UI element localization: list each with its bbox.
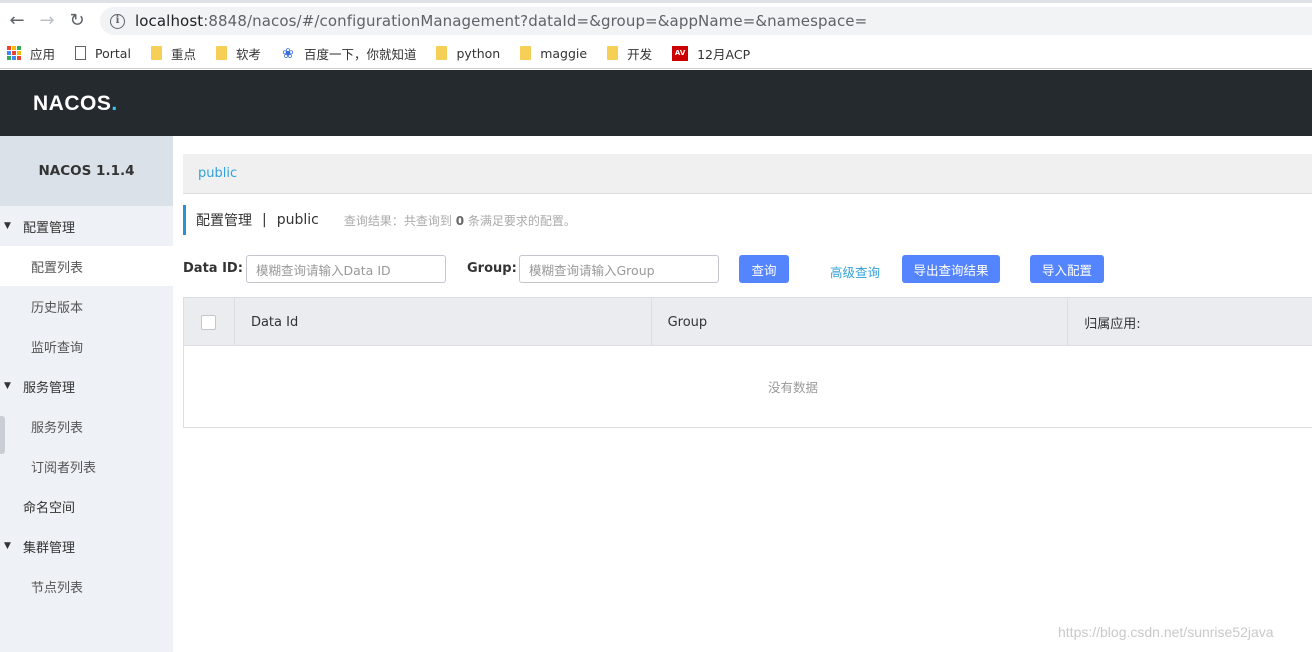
bookmark-maggie[interactable]: maggie	[520, 46, 587, 61]
caret-down-icon: ▼	[4, 381, 11, 391]
page-icon	[75, 46, 87, 60]
bookmark-label: maggie	[540, 45, 588, 61]
bookmark-label: 应用	[30, 46, 56, 62]
page-heading: 配置管理 | public 查询结果：共查询到 0 条满足要求的配置。	[183, 205, 576, 235]
filter-row: Data ID: 模糊查询请输入Data ID Group: 模糊查询请输入Gr…	[183, 255, 1312, 283]
folder-icon	[150, 46, 162, 60]
import-config-button[interactable]: 导入配置	[1030, 255, 1104, 283]
column-header-group[interactable]: Group	[652, 298, 1069, 346]
bookmark-python[interactable]: python	[436, 46, 500, 61]
sidebar-group-label: 服务管理	[23, 380, 76, 396]
caret-down-icon: ▼	[4, 221, 11, 231]
bookmark-label: 百度一下，你就知道	[303, 46, 417, 62]
page-title: 配置管理	[196, 213, 252, 229]
namespace-tab-public[interactable]: public	[198, 166, 237, 181]
sidebar-item-config-list[interactable]: 配置列表	[0, 246, 173, 286]
namespace-bar: public	[183, 154, 1312, 194]
result-prefix: 查询结果：共查询到	[343, 213, 452, 228]
bookmark-label: 开发	[627, 46, 653, 62]
bookmark-label: 重点	[170, 46, 196, 62]
reload-icon[interactable]: ↻	[62, 6, 92, 36]
sidebar-title: NACOS 1.1.4	[0, 136, 173, 206]
sidebar-group-cluster[interactable]: ▼ 集群管理	[0, 526, 173, 566]
column-header-app[interactable]: 归属应用:	[1068, 298, 1312, 346]
empty-state-text: 没有数据	[767, 380, 818, 395]
folder-icon	[215, 46, 227, 60]
sidebar-item-service-list[interactable]: 服务列表	[0, 406, 173, 446]
dataid-input[interactable]: 模糊查询请输入Data ID	[246, 255, 446, 283]
sidebar-item-listen[interactable]: 监听查询	[0, 326, 173, 366]
folder-icon	[436, 46, 448, 60]
info-icon[interactable]: i	[110, 13, 125, 29]
folder-icon	[520, 46, 532, 60]
advanced-search-link[interactable]: 高级查询	[830, 262, 880, 281]
folder-icon	[607, 46, 619, 60]
sidebar-group-label: 集群管理	[23, 540, 76, 556]
browser-toolbar: ← → ↻ i localhost:8848/nacos/#/configura…	[0, 0, 1312, 38]
bookmarks-bar: 应用 Portal 重点 软考 ❀ 百度一下，你就知道 python maggi…	[0, 38, 1312, 69]
select-all-cell	[184, 298, 235, 346]
select-all-checkbox[interactable]	[201, 314, 217, 330]
bookmark-acp[interactable]: AV 12月ACP	[672, 44, 750, 63]
result-suffix: 条满足要求的配置。	[467, 213, 576, 228]
apps-icon	[7, 46, 21, 60]
nacos-logo[interactable]: NACOS.	[33, 92, 118, 116]
url-text: localhost:8848/nacos/#/configurationMana…	[135, 12, 867, 30]
bookmark-label: 12月ACP	[697, 46, 751, 62]
group-label: Group:	[467, 261, 517, 276]
bookmark-apps[interactable]: 应用	[7, 44, 55, 63]
bookmark-zhongdian[interactable]: 重点	[150, 44, 196, 63]
watermark: https://blog.csdn.net/sunrise52java	[1058, 624, 1274, 640]
export-results-button[interactable]: 导出查询结果	[902, 255, 1000, 283]
back-arrow-icon[interactable]: ←	[2, 6, 32, 36]
bookmark-label: 软考	[235, 46, 261, 62]
sidebar-group-config[interactable]: ▼ 配置管理	[0, 206, 173, 246]
result-count: 0	[455, 213, 465, 228]
bookmark-ruankao[interactable]: 软考	[215, 44, 261, 63]
group-input[interactable]: 模糊查询请输入Group	[519, 255, 719, 283]
bookmark-portal[interactable]: Portal	[75, 46, 131, 61]
url-path: :8848/nacos/#/configurationManagement?da…	[203, 12, 868, 30]
logo-text: NACOS	[33, 92, 112, 115]
logo-dot: .	[111, 92, 118, 115]
current-namespace: public	[276, 212, 319, 228]
title-separator: |	[262, 212, 267, 228]
bookmark-baidu[interactable]: ❀ 百度一下，你就知道	[281, 44, 417, 63]
bookmark-kaifa[interactable]: 开发	[607, 44, 652, 63]
sidebar-item-subscribers[interactable]: 订阅者列表	[0, 446, 173, 486]
app-header: NACOS.	[0, 70, 1312, 136]
sidebar-group-label: 配置管理	[23, 220, 76, 236]
url-host: localhost	[135, 12, 204, 30]
sidebar-collapse-handle[interactable]	[0, 416, 5, 454]
table-header: Data Id Group 归属应用:	[184, 298, 1312, 346]
sidebar-group-service[interactable]: ▼ 服务管理	[0, 366, 173, 406]
sidebar-item-nodes[interactable]: 节点列表	[0, 566, 173, 606]
caret-down-icon: ▼	[4, 541, 11, 551]
dataid-label: Data ID:	[183, 261, 243, 276]
av-icon: AV	[672, 45, 689, 61]
bookmark-label: python	[456, 45, 501, 61]
sidebar-item-namespace[interactable]: 命名空间	[0, 486, 173, 526]
search-button[interactable]: 查询	[739, 255, 789, 283]
baidu-paw-icon: ❀	[282, 45, 294, 62]
column-header-dataid[interactable]: Data Id	[235, 298, 652, 346]
sidebar: NACOS 1.1.4 ▼ 配置管理 配置列表 历史版本 监听查询 ▼ 服务管理…	[0, 136, 173, 652]
forward-arrow-icon[interactable]: →	[32, 6, 62, 36]
query-result-text: 查询结果：共查询到 0 条满足要求的配置。	[344, 212, 576, 229]
config-table: Data Id Group 归属应用: 没有数据	[183, 297, 1312, 428]
bookmark-label: Portal	[95, 45, 131, 61]
table-body: 没有数据	[184, 346, 1312, 427]
address-bar[interactable]: i localhost:8848/nacos/#/configurationMa…	[100, 7, 1312, 35]
sidebar-item-history[interactable]: 历史版本	[0, 286, 173, 326]
